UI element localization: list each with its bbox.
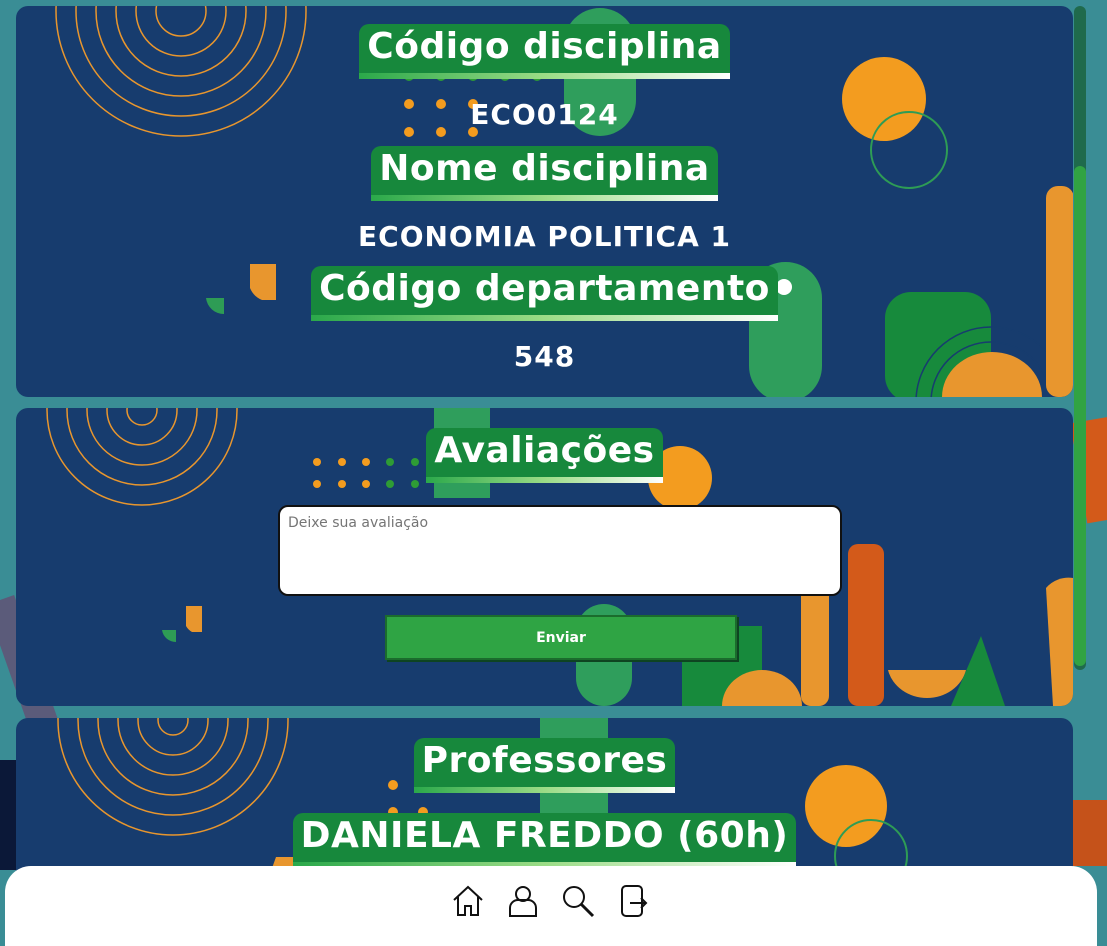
bottom-nav — [5, 866, 1097, 946]
home-icon[interactable] — [451, 884, 485, 918]
review-textarea[interactable] — [278, 505, 842, 596]
course-code-label: Código disciplina — [359, 24, 730, 79]
department-code-value: 548 — [513, 340, 576, 373]
course-info-card: Código disciplina ECO0124 Nome disciplin… — [16, 6, 1073, 397]
professor-item: DANIELA FREDDO (60h) — [292, 813, 797, 868]
user-icon[interactable] — [506, 884, 540, 918]
search-icon[interactable] — [561, 884, 595, 918]
department-code-label: Código departamento — [311, 266, 778, 321]
reviews-title: Avaliações — [426, 428, 663, 483]
course-name-label: Nome disciplina — [371, 146, 718, 201]
logout-icon[interactable] — [616, 884, 650, 918]
course-name-value: ECONOMIA POLITICA 1 — [358, 220, 731, 253]
scrollbar-thumb[interactable] — [1074, 166, 1086, 666]
course-code-value: ECO0124 — [470, 98, 619, 131]
scrollbar[interactable] — [1074, 6, 1086, 670]
reviews-card: Avaliações Enviar — [16, 408, 1073, 706]
submit-review-button[interactable]: Enviar — [385, 615, 737, 660]
professors-title: Professores — [413, 738, 676, 793]
